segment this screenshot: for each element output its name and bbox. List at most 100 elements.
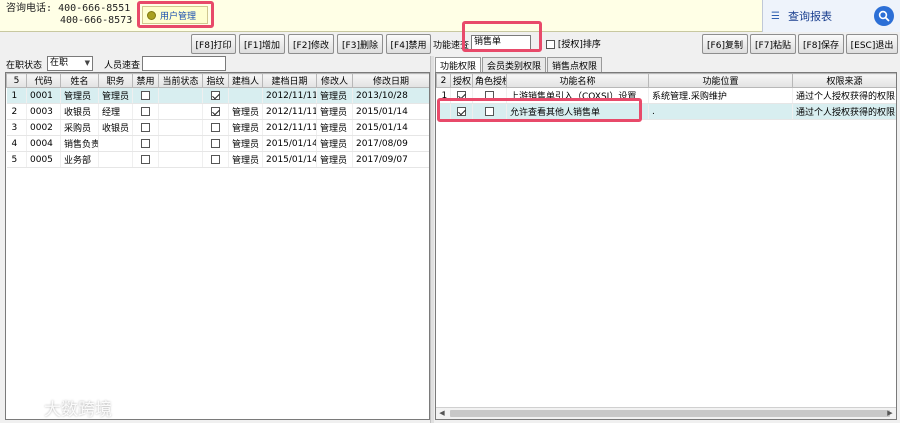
col-disabled[interactable]: 禁用	[132, 73, 159, 88]
col-code[interactable]: 代码	[26, 73, 61, 88]
cell-code: 0004	[26, 135, 61, 152]
cell-modifier: 管理员	[316, 87, 353, 104]
tab-member-category-permission[interactable]: 会员类别权限	[482, 57, 547, 72]
col-function-location[interactable]: 功能位置	[648, 73, 793, 88]
cell-fingerprint	[202, 151, 229, 168]
cell-create-date: 2012/11/11	[262, 103, 317, 120]
cell-role: 收银员	[98, 119, 133, 136]
table-row[interactable]: 1 0001 管理员 管理员 2012/11/11 管理员 2013/10/28	[6, 87, 429, 104]
cell-disabled	[132, 103, 159, 120]
cell-role-auth	[472, 103, 507, 120]
user-management-tab[interactable]: 用户管理	[142, 6, 208, 24]
row-number: 5	[6, 151, 27, 168]
fingerprint-checkbox[interactable]	[211, 122, 220, 132]
status-select[interactable]: 在职 ▼	[47, 56, 93, 71]
search-icon[interactable]	[874, 6, 894, 26]
fingerprint-checkbox[interactable]	[211, 154, 220, 164]
table-row[interactable]: 2 0003 收银员 经理 管理员 2012/11/11 管理员 2015/01/14	[6, 103, 429, 120]
cell-modify-date: 2015/01/14	[352, 119, 429, 136]
users-count: 5	[6, 73, 27, 88]
watermark: 大数跨境	[6, 395, 112, 420]
watermark-logo-icon	[6, 400, 38, 417]
cell-permission-source: 通过个人授权获得的权限	[792, 103, 896, 120]
paste-button[interactable]: [F7]粘贴	[750, 34, 796, 54]
table-row[interactable]: 40004销售负责人管理员2015/01/14管理员2017/08/09	[6, 135, 429, 152]
disabled-checkbox[interactable]	[141, 138, 150, 148]
disabled-checkbox[interactable]	[141, 90, 150, 100]
print-button[interactable]: [F8]打印	[191, 34, 236, 54]
edit-button[interactable]: [F2]修改	[288, 34, 334, 54]
row-number: 2	[6, 103, 27, 120]
auth-checkbox[interactable]	[457, 106, 466, 116]
panel-splitter[interactable]	[430, 56, 434, 423]
person-search-label: 人员速查	[104, 61, 141, 71]
cell-disabled	[132, 119, 159, 136]
query-report-panel[interactable]: ☰ 查询报表	[762, 0, 900, 32]
col-function-name[interactable]: 功能名称	[506, 73, 649, 88]
tab-sales-point-permission[interactable]: 销售点权限	[547, 57, 603, 72]
users-table: 5 代码 姓名 职务 禁用 当前状态 指纹 建档人 建档日期 修改人 修改日期 …	[6, 73, 429, 168]
table-row[interactable]: 允许查看其他人销售单. 通过个人授权获得的权限	[436, 103, 896, 120]
scrollbar-thumb[interactable]	[450, 410, 890, 417]
copy-button[interactable]: [F6]复制	[702, 34, 748, 54]
col-create-date[interactable]: 建档日期	[262, 73, 317, 88]
tab-function-permission[interactable]: 功能权限	[435, 57, 482, 72]
authorize-sort-option[interactable]: [授权]排序	[546, 37, 601, 50]
cell-modifier: 管理员	[316, 103, 353, 120]
users-table-panel: 5 代码 姓名 职务 禁用 当前状态 指纹 建档人 建档日期 修改人 修改日期 …	[5, 72, 430, 420]
role-auth-checkbox[interactable]	[485, 106, 494, 116]
exit-button[interactable]: [ESC]退出	[846, 34, 898, 54]
cell-modify-date: 2017/09/07	[352, 151, 429, 168]
disabled-checkbox[interactable]	[141, 154, 150, 164]
col-modifier[interactable]: 修改人	[316, 73, 353, 88]
cell-modifier: 管理员	[316, 119, 353, 136]
permissions-table-header: 2 授权 角色授权 功能名称 功能位置 权限来源	[436, 73, 896, 88]
disabled-checkbox[interactable]	[141, 106, 150, 116]
col-name[interactable]: 姓名	[60, 73, 99, 88]
col-role-auth[interactable]: 角色授权	[472, 73, 507, 88]
scroll-right-icon[interactable]: ▶	[885, 409, 895, 418]
permission-tabs: 功能权限 会员类别权限 销售点权限	[435, 57, 603, 72]
top-bar: 咨询电话: 400-666-8551 400-666-8573 用户管理 ☰ 查…	[0, 0, 900, 32]
func-search-input[interactable]: 销售单	[471, 35, 531, 50]
table-row[interactable]: 3 0002 采购员 收银员 管理员 2012/11/11 管理员 2015/01/14	[6, 119, 429, 136]
table-row[interactable]: 5 0005 业务部 管理员 2015/01/14 管理员 2017/09/07	[6, 151, 429, 168]
disable-button[interactable]: [F4]禁用	[386, 34, 431, 54]
col-permission-source[interactable]: 权限来源	[792, 73, 896, 88]
row-number: 4	[6, 135, 27, 152]
cell-fingerprint	[202, 87, 229, 104]
auth-checkbox[interactable]	[457, 90, 466, 100]
save-button[interactable]: [F8]保存	[798, 34, 844, 54]
cell-state	[158, 119, 203, 136]
scroll-left-icon[interactable]: ◀	[437, 409, 447, 418]
consult-phone: 咨询电话: 400-666-8551 400-666-8573	[6, 3, 133, 26]
fingerprint-checkbox[interactable]	[211, 90, 220, 100]
cell-creator: 管理员	[228, 103, 263, 120]
col-role[interactable]: 职务	[98, 73, 133, 88]
col-fingerprint[interactable]: 指纹	[202, 73, 229, 88]
fingerprint-checkbox[interactable]	[211, 106, 220, 116]
table-row[interactable]: 1 上游销售单引入（COXSI）设置 系统管理.采购维护 通过个人授权获得的权限	[436, 87, 896, 104]
permissions-table: 2 授权 角色授权 功能名称 功能位置 权限来源 1 上游销售单引入（COXSI）…	[436, 73, 896, 120]
col-state[interactable]: 当前状态	[158, 73, 203, 88]
person-search-input[interactable]	[142, 56, 226, 71]
delete-button[interactable]: [F3]删除	[337, 34, 383, 54]
cell-modifier: 管理员	[316, 151, 353, 168]
cell-code: 0001	[26, 87, 61, 104]
horizontal-scrollbar[interactable]: ◀ ▶	[436, 407, 896, 419]
cell-function-location: 系统管理.采购维护	[648, 87, 793, 104]
disabled-checkbox[interactable]	[141, 122, 150, 132]
cell-disabled	[132, 151, 159, 168]
row-number	[436, 103, 451, 120]
col-creator[interactable]: 建档人	[228, 73, 263, 88]
authorize-sort-checkbox[interactable]	[546, 40, 555, 49]
row-number: 1	[6, 87, 27, 104]
col-modify-date[interactable]: 修改日期	[352, 73, 429, 88]
fingerprint-checkbox[interactable]	[211, 138, 220, 148]
cell-fingerprint	[202, 103, 229, 120]
cell-create-date: 2012/11/11	[262, 119, 317, 136]
col-auth[interactable]: 授权	[450, 73, 473, 88]
add-button[interactable]: [F1]增加	[239, 34, 285, 54]
cell-creator: 管理员	[228, 135, 263, 152]
role-auth-checkbox[interactable]	[485, 90, 494, 100]
